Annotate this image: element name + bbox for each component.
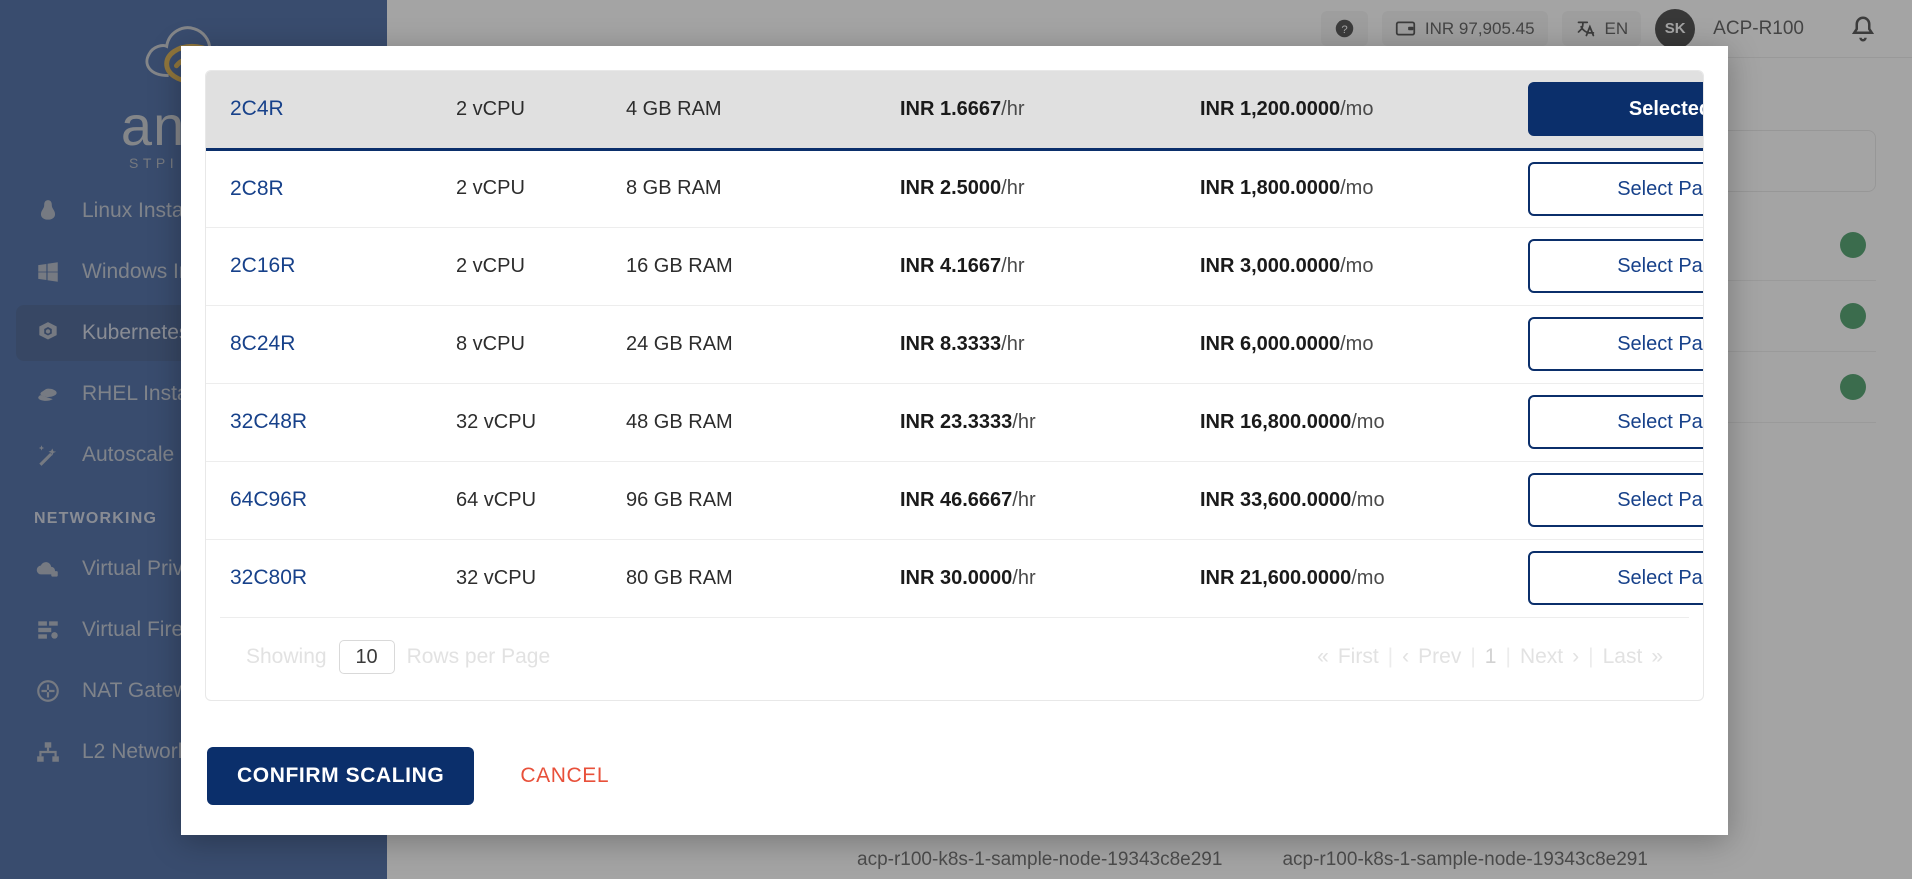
- pack-monthly-unit: /mo: [1340, 177, 1374, 199]
- pack-name: 2C16R: [230, 254, 296, 277]
- app-root: anant STPI CLOUD Linux Instances Windows…: [0, 0, 1912, 879]
- pack-hourly-unit: /hr: [1012, 410, 1036, 433]
- pack-name: 32C80R: [230, 566, 308, 590]
- pack-hourly-unit: /hr: [1001, 97, 1025, 120]
- pack-monthly-unit: /mo: [1351, 566, 1385, 589]
- select-pack-button[interactable]: Select Pack: [1527, 395, 1703, 449]
- pack-monthly-price: INR 3,000.0000: [1200, 254, 1341, 277]
- pack-hourly-price: INR 46.6667: [900, 488, 1013, 511]
- pack-monthly-unit: /mo: [1340, 254, 1374, 277]
- first-page-chevron-icon[interactable]: «: [1317, 645, 1329, 669]
- next-page-button[interactable]: Next: [1520, 645, 1563, 669]
- pack-cpu: 2 vCPU: [456, 97, 525, 120]
- pack-cpu: 32 vCPU: [456, 410, 537, 433]
- table-row[interactable]: 64C96R 64 vCPU 96 GB RAM INR 46.6667/hr …: [206, 461, 1703, 540]
- scaling-pack-modal: 2C4R 2 vCPU 4 GB RAM INR 1.6667/hr INR 1…: [181, 46, 1728, 835]
- pagination-divider: |: [1470, 645, 1476, 668]
- pack-monthly-price: INR 6,000.0000: [1200, 332, 1341, 355]
- pack-ram: 4 GB RAM: [626, 97, 722, 120]
- table-row[interactable]: 2C4R 2 vCPU 4 GB RAM INR 1.6667/hr INR 1…: [206, 71, 1703, 151]
- pack-monthly-unit: /mo: [1351, 488, 1385, 511]
- pack-hourly-price: INR 30.0000: [900, 566, 1013, 589]
- pagination-divider: |: [1505, 645, 1511, 668]
- pack-cpu: 2 vCPU: [456, 254, 525, 277]
- pagination-divider: |: [1387, 645, 1394, 668]
- pack-cpu: 2 vCPU: [456, 177, 525, 199]
- cancel-button[interactable]: CANCEL: [510, 764, 619, 788]
- select-pack-button[interactable]: Select Pack: [1527, 473, 1703, 527]
- pack-monthly-unit: /mo: [1340, 97, 1374, 120]
- table-row[interactable]: 32C80R 32 vCPU 80 GB RAM INR 30.0000/hr …: [206, 539, 1703, 617]
- pack-monthly-price: INR 21,600.0000: [1200, 566, 1352, 589]
- table-row[interactable]: 8C24R 8 vCPU 24 GB RAM INR 8.3333/hr INR…: [206, 305, 1703, 384]
- pack-ram: 16 GB RAM: [626, 254, 733, 277]
- table-row[interactable]: 32C48R 32 vCPU 48 GB RAM INR 23.3333/hr …: [206, 383, 1703, 462]
- pack-ram: 24 GB RAM: [626, 332, 733, 355]
- next-page-chevron-icon[interactable]: ›: [1572, 645, 1579, 669]
- pack-name: 2C4R: [230, 97, 284, 121]
- pack-hourly-price: INR 1.6667: [900, 97, 1002, 120]
- rows-per-page-control: Showing Rows per Page: [246, 640, 550, 674]
- pack-cpu: 8 vCPU: [456, 332, 525, 355]
- pack-name: 8C24R: [230, 332, 296, 355]
- pack-hourly-unit: /hr: [1012, 566, 1036, 589]
- first-page-button[interactable]: First: [1338, 645, 1379, 669]
- showing-label: Showing: [246, 645, 327, 668]
- rows-per-page-label: Rows per Page: [406, 645, 551, 668]
- pack-ram: 80 GB RAM: [626, 566, 733, 589]
- pack-name: 64C96R: [230, 488, 308, 511]
- pack-hourly-unit: /hr: [1001, 254, 1025, 277]
- pack-hourly-unit: /hr: [1001, 177, 1025, 199]
- pack-hourly-price: INR 2.5000: [900, 177, 1002, 199]
- pack-hourly-price: INR 23.3333: [900, 410, 1013, 433]
- pagination-divider: |: [1588, 645, 1594, 668]
- select-pack-button[interactable]: Select Pack: [1527, 551, 1703, 606]
- current-page-number[interactable]: 1: [1485, 645, 1497, 669]
- select-pack-button[interactable]: Select Pack: [1527, 317, 1703, 371]
- pack-name: 2C8R: [230, 176, 284, 200]
- prev-page-chevron-icon[interactable]: ‹: [1402, 645, 1409, 669]
- pack-monthly-price: INR 16,800.0000: [1200, 410, 1352, 433]
- pack-ram: 96 GB RAM: [626, 488, 733, 511]
- modal-body: 2C4R 2 vCPU 4 GB RAM INR 1.6667/hr INR 1…: [181, 46, 1728, 721]
- pack-hourly-unit: /hr: [1001, 332, 1025, 355]
- pack-monthly-price: INR 1,800.0000: [1200, 177, 1341, 199]
- pack-monthly-price: INR 33,600.0000: [1200, 488, 1352, 511]
- pack-monthly-unit: /mo: [1340, 332, 1374, 355]
- selected-button[interactable]: Selected: [1527, 82, 1703, 137]
- pack-cpu: 64 vCPU: [456, 488, 537, 511]
- table-row[interactable]: 2C8R 2 vCPU 8 GB RAM INR 2.5000/hr INR 1…: [206, 149, 1703, 228]
- prev-page-button[interactable]: Prev: [1418, 645, 1461, 669]
- rows-per-page-input[interactable]: [338, 640, 395, 674]
- select-pack-button[interactable]: Select Pack: [1527, 239, 1703, 293]
- last-page-button[interactable]: Last: [1603, 645, 1643, 669]
- select-pack-button[interactable]: Select Pack: [1527, 161, 1703, 216]
- modal-actions: CONFIRM SCALING CANCEL: [181, 721, 1728, 835]
- pack-ram: 48 GB RAM: [626, 410, 733, 433]
- pack-footer: Showing Rows per Page « First | ‹ Prev |…: [220, 617, 1689, 700]
- pack-monthly-unit: /mo: [1351, 410, 1385, 433]
- last-page-chevron-icon[interactable]: »: [1651, 645, 1663, 669]
- pack-hourly-price: INR 4.1667: [900, 254, 1002, 277]
- pack-monthly-price: INR 1,200.0000: [1200, 97, 1341, 120]
- pack-hourly-unit: /hr: [1012, 488, 1036, 511]
- confirm-scaling-button[interactable]: CONFIRM SCALING: [207, 747, 475, 805]
- pack-panel: 2C4R 2 vCPU 4 GB RAM INR 1.6667/hr INR 1…: [205, 70, 1704, 701]
- table-row[interactable]: 2C16R 2 vCPU 16 GB RAM INR 4.1667/hr INR…: [206, 227, 1703, 306]
- pack-name: 32C48R: [230, 410, 308, 433]
- pack-hourly-price: INR 8.3333: [900, 332, 1002, 355]
- pagination: « First | ‹ Prev | 1 | Next › | Last »: [1317, 645, 1663, 669]
- pack-table: 2C4R 2 vCPU 4 GB RAM INR 1.6667/hr INR 1…: [206, 71, 1703, 617]
- pack-cpu: 32 vCPU: [456, 566, 537, 589]
- pack-ram: 8 GB RAM: [626, 177, 722, 199]
